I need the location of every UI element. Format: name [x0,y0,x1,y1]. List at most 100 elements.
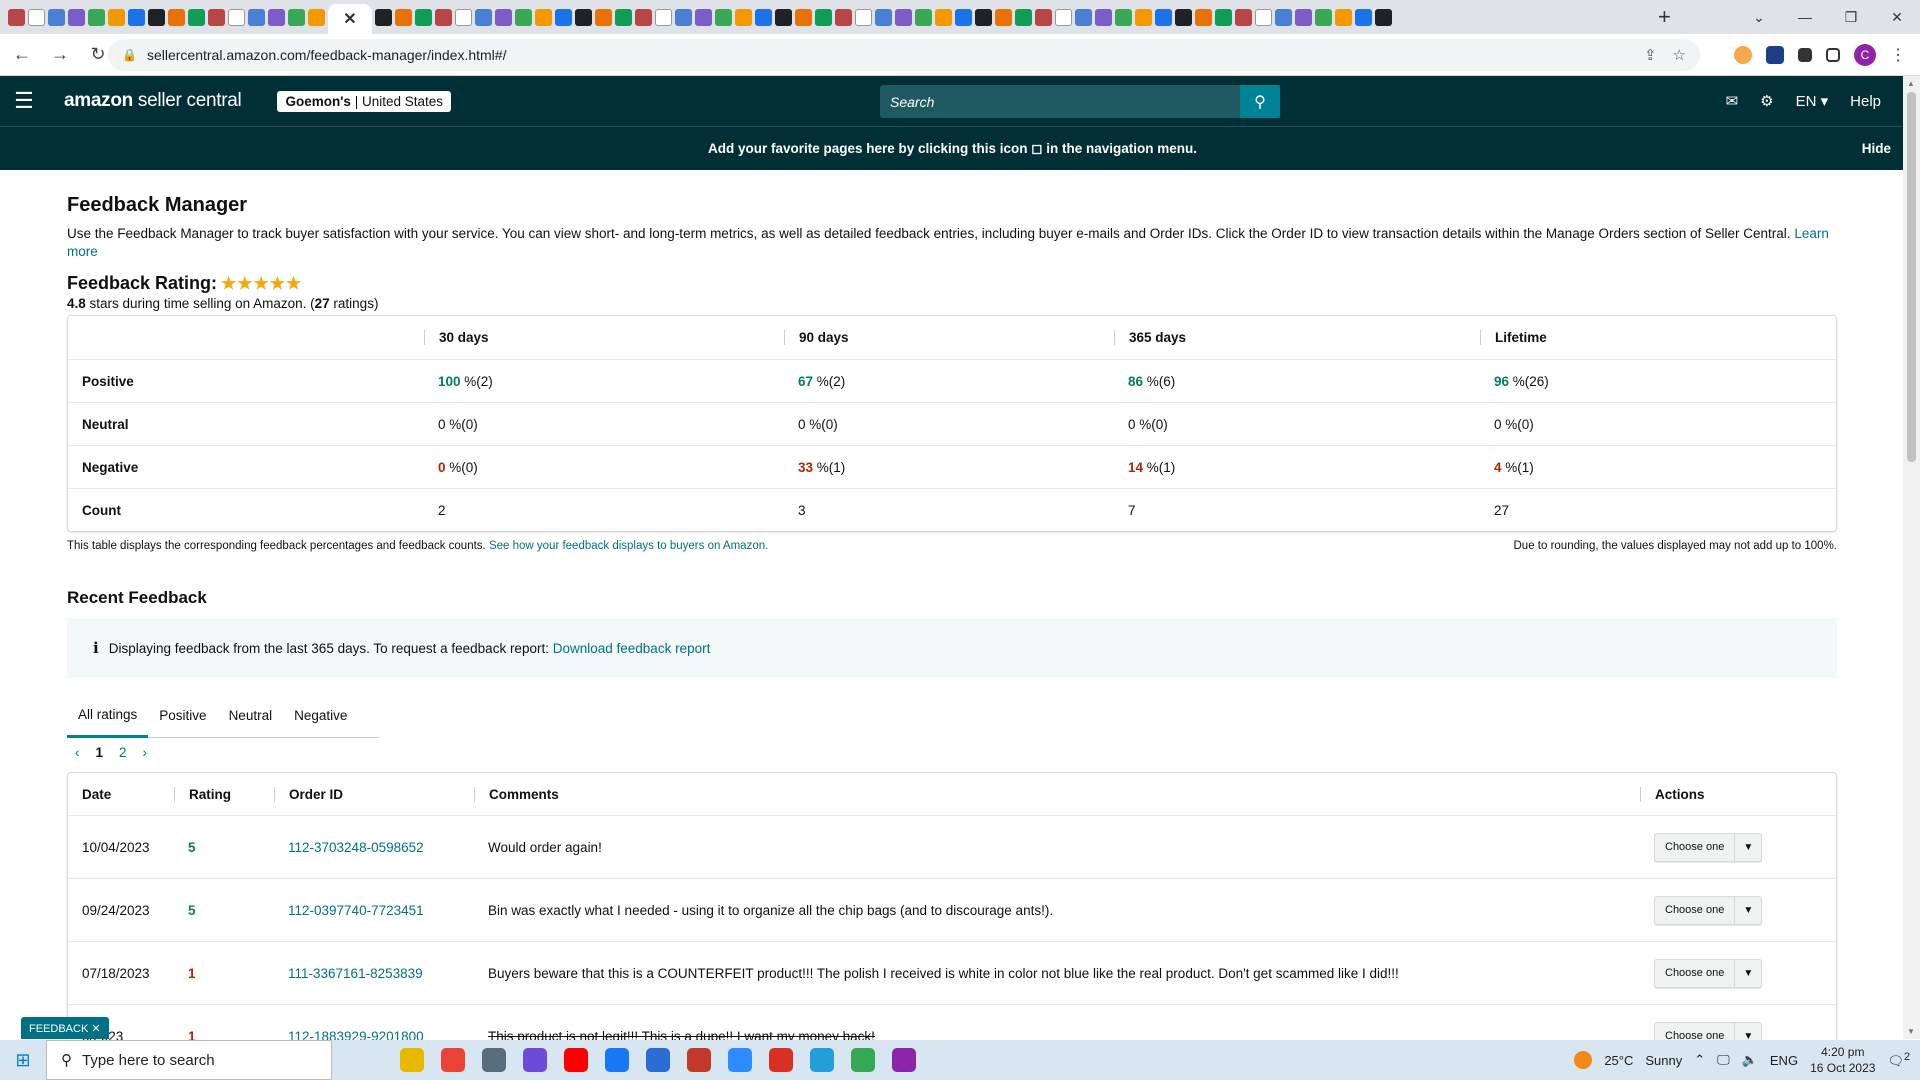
choose-one-dropdown[interactable]: Choose one ▼ [1654,895,1763,925]
search-button[interactable]: ⚲ [1240,85,1280,118]
tab-all-ratings[interactable]: All ratings [67,694,149,738]
bookmark-star-icon[interactable]: ☆ [1673,46,1686,64]
system-clock[interactable]: 4:20 pm 16 Oct 2023 [1810,1044,1875,1076]
scroll-down-icon[interactable]: ▼ [1907,1027,1915,1036]
browser-tab[interactable] [375,8,392,26]
browser-tab[interactable] [1155,8,1172,26]
share-icon[interactable]: ⇪ [1644,46,1657,64]
minimize-button[interactable]: — [1782,0,1828,34]
menu-icon[interactable]: ⋮ [1890,45,1906,65]
page-2-link[interactable]: 2 [119,745,127,760]
windows-start-icon[interactable]: ⊞ [0,1040,46,1080]
browser-tab[interactable] [675,8,692,26]
scroll-up-icon[interactable]: ▲ [1907,79,1915,88]
taskbar-app-icon[interactable] [646,1048,670,1072]
notification-icon[interactable]: 🗨2 [1887,1051,1910,1069]
browser-tab[interactable] [655,8,672,26]
taskbar-app-icon[interactable] [728,1048,752,1072]
browser-tab[interactable] [88,8,105,26]
taskbar-app-icon[interactable] [851,1048,875,1072]
taskbar-app-icon[interactable] [400,1048,424,1072]
browser-tab[interactable] [1255,8,1272,26]
amazon-seller-central-logo[interactable]: amazon seller central [64,90,242,112]
browser-tab[interactable] [108,8,125,26]
browser-tab[interactable] [1315,8,1332,26]
browser-tab[interactable] [575,8,592,26]
new-tab-button[interactable]: + [1658,4,1671,30]
feedback-display-link[interactable]: See how your feedback displays to buyers… [489,540,768,552]
order-id-link[interactable]: 111-3367161-8253839 [288,966,423,981]
browser-tab[interactable] [208,8,225,26]
browser-tab[interactable] [168,8,185,26]
chevron-down-icon[interactable]: ▼ [1735,905,1761,916]
feedback-widget-tab[interactable]: FEEDBACK ✕ [21,1017,109,1039]
browser-tab[interactable] [288,8,305,26]
network-icon[interactable]: 🖵 [1717,1052,1730,1068]
browser-tab[interactable] [515,8,532,26]
browser-tab[interactable] [1055,8,1072,26]
browser-tab[interactable] [1235,8,1252,26]
browser-tab[interactable] [895,8,912,26]
page-1-link[interactable]: 1 [96,745,104,760]
tab-negative[interactable]: Negative [283,694,358,738]
browser-tab[interactable] [415,8,432,26]
close-window-button[interactable]: ✕ [1874,0,1920,34]
chevron-down-icon[interactable]: ▼ [1735,968,1761,979]
browser-tab[interactable] [435,8,452,26]
hamburger-menu-icon[interactable]: ☰ [0,76,48,126]
browser-tab[interactable] [48,8,65,26]
browser-tab[interactable] [1375,8,1392,26]
tray-chevron-icon[interactable]: ⌃ [1694,1052,1705,1068]
next-page-icon[interactable]: › [143,745,148,760]
browser-tab[interactable] [735,8,752,26]
choose-one-dropdown[interactable]: Choose one ▼ [1654,832,1763,862]
browser-tab[interactable] [1095,8,1112,26]
tab-search-icon[interactable]: ⌄ [1736,0,1782,34]
browser-tab[interactable] [1035,8,1052,26]
taskbar-app-icon[interactable] [810,1048,834,1072]
browser-tab[interactable] [855,8,872,26]
browser-tab[interactable] [1135,8,1152,26]
browser-tab[interactable] [695,8,712,26]
browser-tab[interactable] [475,8,492,26]
browser-tab[interactable] [188,8,205,26]
browser-tab[interactable] [1275,8,1292,26]
browser-tab[interactable] [635,8,652,26]
browser-tab[interactable] [128,8,145,26]
browser-tab[interactable] [1335,8,1352,26]
taskbar-app-icon[interactable] [441,1048,465,1072]
help-link[interactable]: Help [1850,93,1881,110]
browser-tab[interactable] [148,8,165,26]
tab-positive[interactable]: Positive [148,694,217,738]
browser-tab[interactable] [455,8,472,26]
browser-tab[interactable] [395,8,412,26]
taskbar-app-icon[interactable] [523,1048,547,1072]
browser-tab[interactable] [8,8,25,26]
browser-tab[interactable] [835,8,852,26]
taskbar-app-icon[interactable] [687,1048,711,1072]
search-input[interactable]: Search [880,85,1280,118]
browser-tab[interactable] [1075,8,1092,26]
download-report-link[interactable]: Download feedback report [553,641,711,656]
browser-tab[interactable] [795,8,812,26]
browser-tab[interactable] [615,8,632,26]
browser-tab[interactable] [1215,8,1232,26]
prev-page-icon[interactable]: ‹ [75,745,80,760]
taskbar-app-icon[interactable] [482,1048,506,1072]
keyboard-language[interactable]: ENG [1770,1053,1798,1068]
mail-icon[interactable]: ✉ [1726,92,1739,110]
extension-icon[interactable] [1766,46,1784,64]
browser-tab[interactable] [28,8,45,26]
browser-tab[interactable] [875,8,892,26]
browser-tab[interactable] [1355,8,1372,26]
browser-tab[interactable] [755,8,772,26]
back-button[interactable]: ← [6,39,38,71]
tab-neutral[interactable]: Neutral [218,694,284,738]
maximize-button[interactable]: ❐ [1828,0,1874,34]
browser-tab[interactable] [1015,8,1032,26]
browser-tab[interactable] [68,8,85,26]
taskbar-app-icon[interactable] [892,1048,916,1072]
browser-tab[interactable] [228,8,245,26]
browser-tab[interactable] [1195,8,1212,26]
taskbar-app-icon[interactable] [605,1048,629,1072]
